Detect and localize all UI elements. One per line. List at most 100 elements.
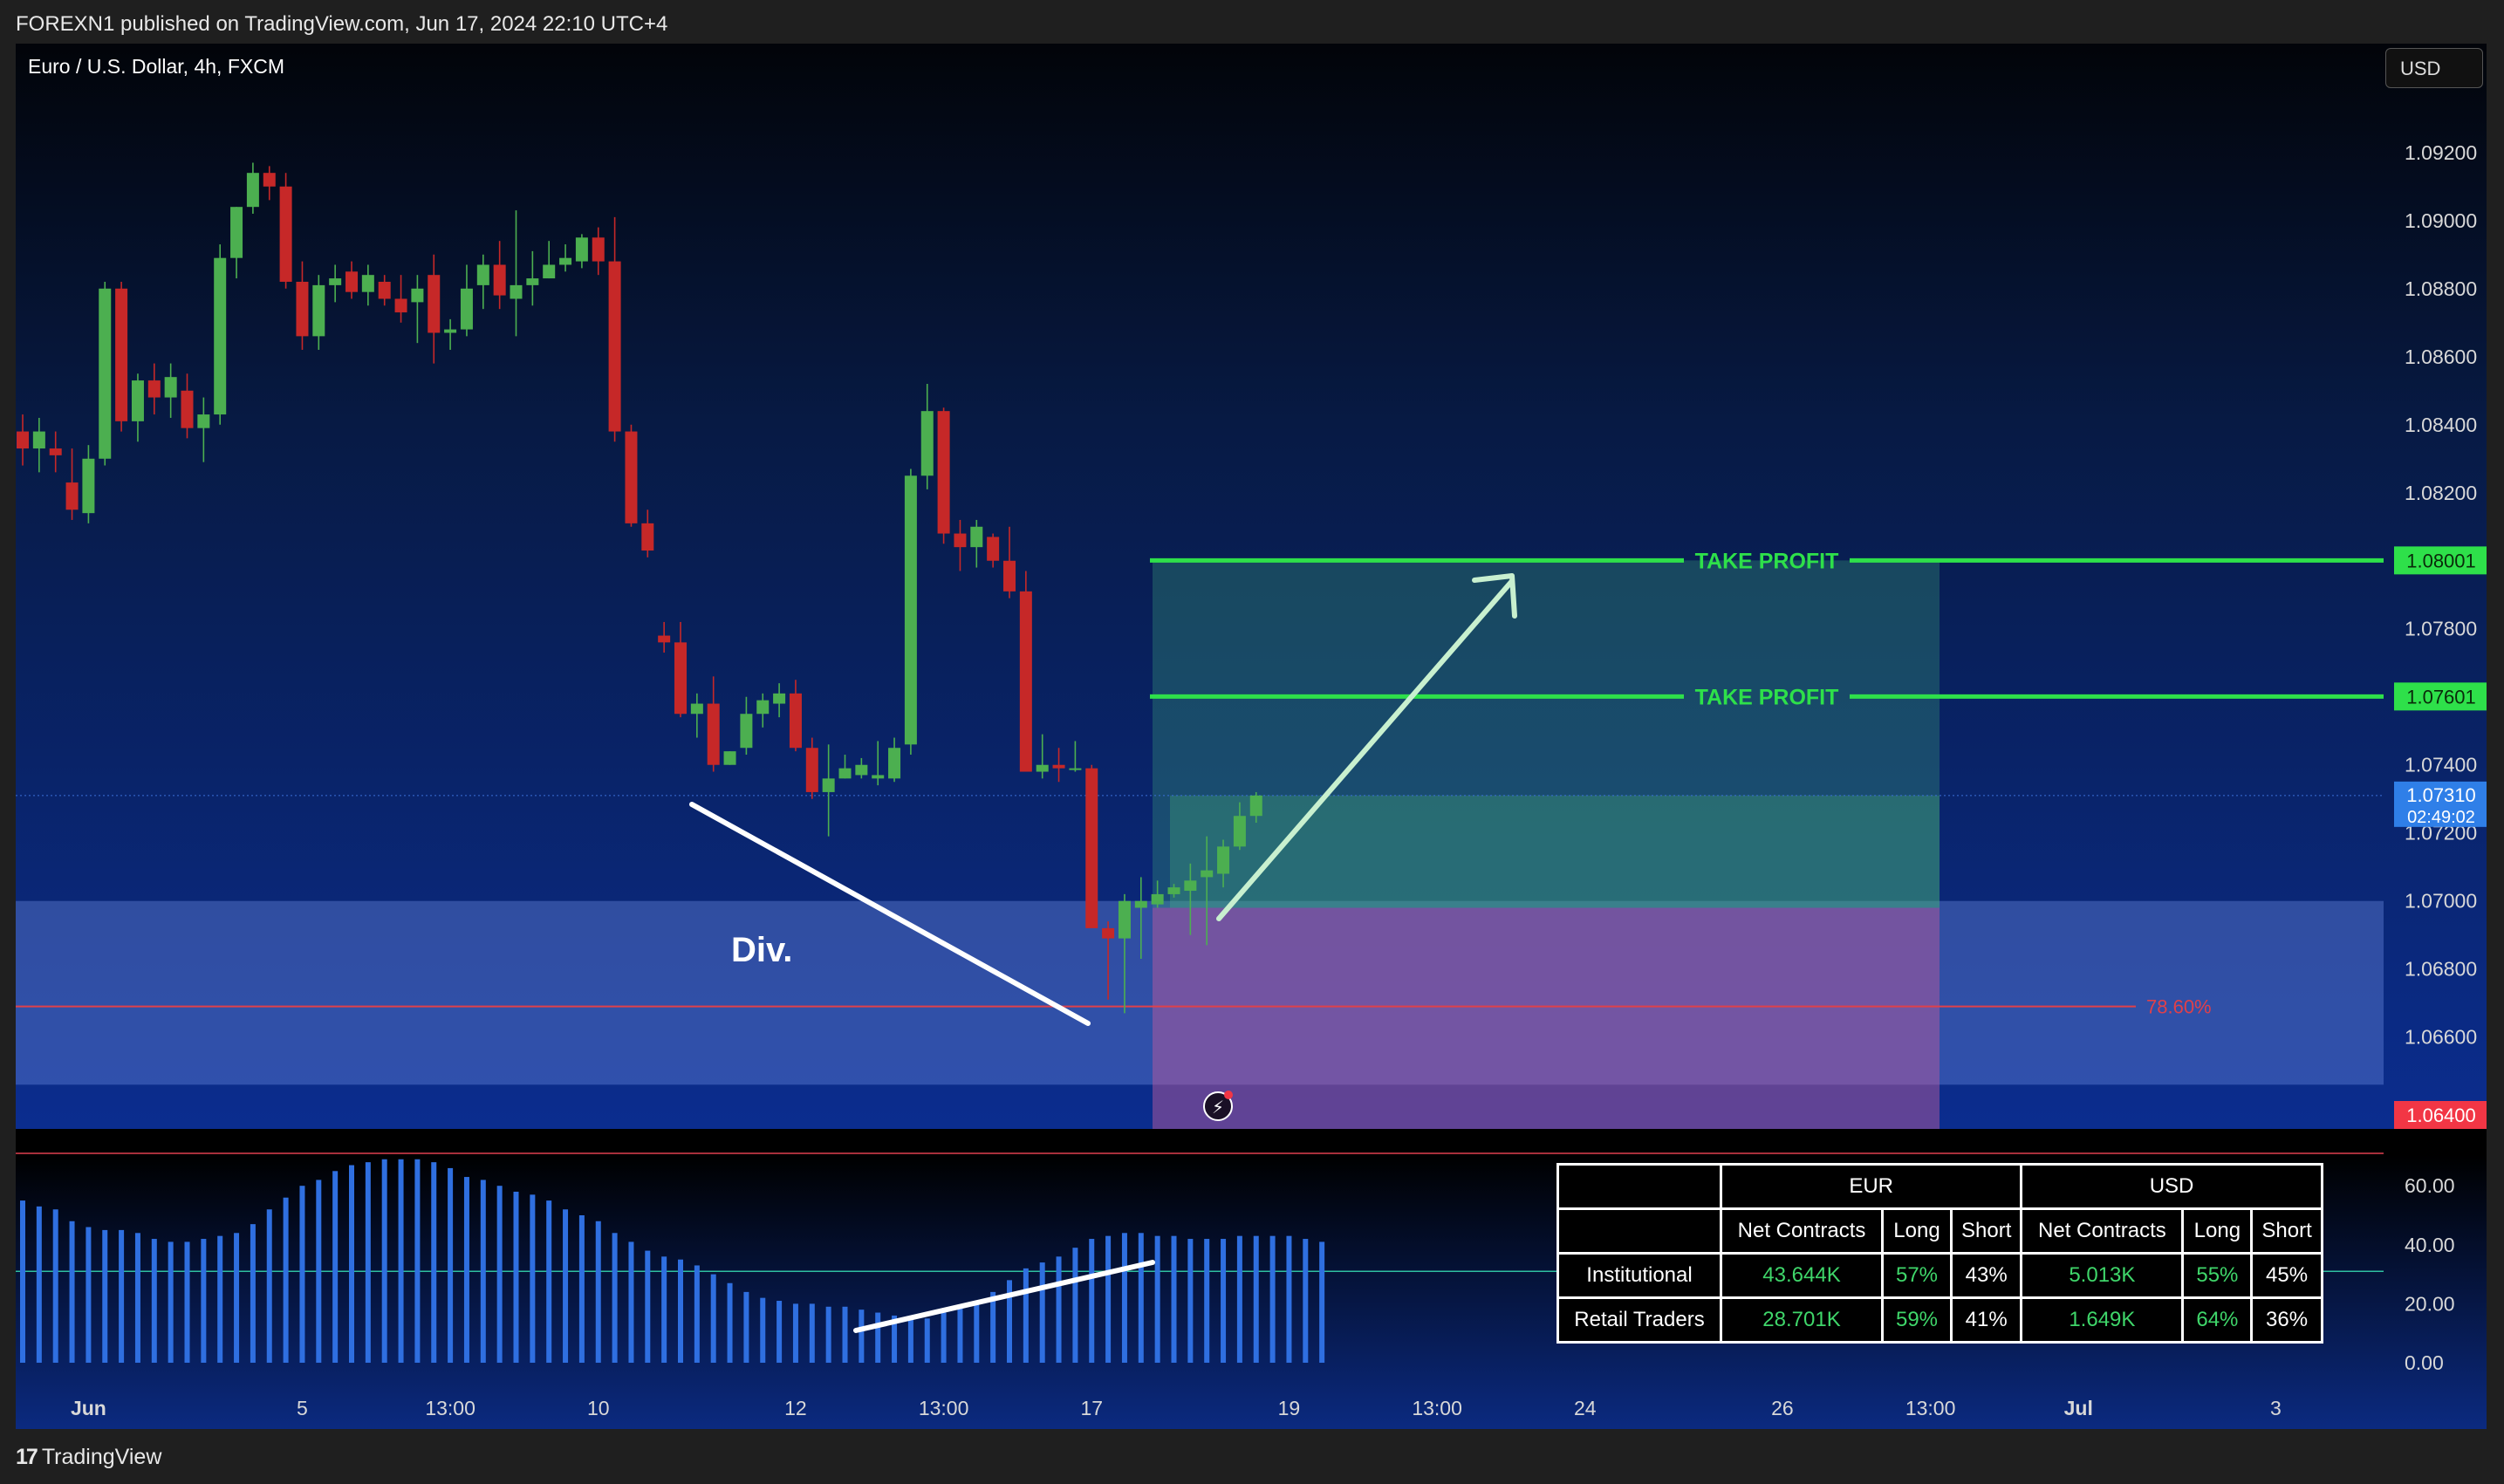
price-tick-label: 1.08600 bbox=[2405, 345, 2477, 368]
oscillator-bar bbox=[480, 1180, 486, 1363]
oscillator-bar bbox=[119, 1229, 125, 1363]
cot-col-short-usd: Short bbox=[2250, 1207, 2323, 1255]
oscillator-bar bbox=[217, 1235, 223, 1363]
oscillator-bar bbox=[941, 1312, 947, 1363]
candle-body bbox=[592, 237, 605, 262]
candle-body bbox=[460, 288, 473, 330]
candle-body bbox=[658, 635, 671, 643]
candle-body bbox=[476, 264, 489, 285]
oscillator-bar bbox=[86, 1227, 92, 1363]
oscillator-bar bbox=[36, 1206, 42, 1363]
price-tick-label: 1.07800 bbox=[2405, 618, 2477, 640]
time-tick-label: 5 bbox=[297, 1397, 308, 1419]
tradingview-logo-icon: 17 bbox=[16, 1445, 38, 1469]
brand-name: TradingView bbox=[41, 1445, 162, 1469]
oscillator-bar bbox=[69, 1221, 75, 1363]
stop-price-label: 1.06400 bbox=[2406, 1104, 2476, 1126]
oscillator-bar bbox=[1303, 1239, 1309, 1363]
candle-body bbox=[789, 693, 802, 749]
oscillator-bar bbox=[530, 1194, 536, 1363]
candle-body bbox=[987, 537, 1000, 561]
candle-body bbox=[559, 257, 572, 265]
price-label: 1.07601 bbox=[2406, 686, 2476, 708]
oscillator-bar bbox=[52, 1209, 58, 1363]
candle-body bbox=[1167, 887, 1180, 894]
oscillator-bar bbox=[151, 1239, 157, 1363]
oscillator-bar bbox=[1204, 1239, 1210, 1363]
cot-cell: 5.013K bbox=[2020, 1252, 2185, 1299]
time-tick-label: 3 bbox=[2270, 1397, 2282, 1419]
oscillator-bar bbox=[678, 1259, 683, 1363]
candle-body bbox=[1151, 893, 1164, 905]
oscillator-bar bbox=[694, 1265, 700, 1363]
oscillator-bar bbox=[332, 1171, 339, 1363]
tradingview-logo[interactable]: 17 TradingView bbox=[16, 1445, 161, 1470]
oscillator-bar bbox=[1072, 1248, 1078, 1363]
oscillator-bar bbox=[563, 1209, 569, 1363]
price-tick-label: 1.08800 bbox=[2405, 277, 2477, 300]
candle-body bbox=[230, 207, 243, 258]
footer-bar: 17 TradingView bbox=[0, 1429, 2504, 1484]
oscillator-bar bbox=[283, 1197, 289, 1363]
countdown-label: 02:49:02 bbox=[2407, 808, 2475, 827]
candle-body bbox=[970, 526, 983, 548]
candle-body bbox=[526, 278, 539, 285]
candle-body bbox=[904, 475, 917, 745]
event-badge-dot bbox=[1224, 1091, 1233, 1099]
lightning-icon: ⚡ bbox=[1212, 1097, 1224, 1118]
cot-cell: 28.701K bbox=[1720, 1296, 1884, 1344]
oscillator-bar bbox=[1221, 1239, 1227, 1363]
candle-body bbox=[131, 380, 144, 421]
candle-body bbox=[723, 751, 736, 765]
candle-body bbox=[625, 431, 638, 523]
oscillator-bar bbox=[266, 1209, 272, 1363]
oscillator-bar bbox=[102, 1229, 108, 1363]
time-tick-label: 13:00 bbox=[919, 1397, 969, 1419]
candle-body bbox=[872, 775, 885, 779]
oscillator-bar bbox=[134, 1233, 140, 1363]
price-tick-label: 1.07000 bbox=[2405, 890, 2477, 913]
oscillator-bar bbox=[875, 1312, 881, 1363]
cot-cell: 55% bbox=[2181, 1252, 2254, 1299]
candle-body bbox=[214, 257, 227, 415]
oscillator-bar bbox=[365, 1162, 371, 1363]
candle-body bbox=[1102, 927, 1115, 939]
candle-body bbox=[690, 703, 703, 715]
candle-body bbox=[428, 275, 441, 333]
oscillator-bar bbox=[463, 1177, 469, 1363]
oscillator-bar bbox=[513, 1191, 519, 1363]
oscillator-bar bbox=[809, 1303, 815, 1363]
oscillator-bar bbox=[398, 1159, 404, 1363]
oscillator-bar bbox=[234, 1233, 240, 1363]
oscillator-bar bbox=[1121, 1233, 1127, 1363]
current-price-label: 1.07310 bbox=[2406, 784, 2476, 806]
candle-body bbox=[197, 414, 210, 428]
open-profit-zone bbox=[1170, 795, 1940, 908]
oscillator-bar bbox=[448, 1167, 454, 1363]
cot-cell: 1.649K bbox=[2020, 1296, 2185, 1344]
cot-group-eur: EUR bbox=[1719, 1163, 2023, 1210]
cot-col-short-eur: Short bbox=[1949, 1207, 2023, 1255]
candle-body bbox=[575, 237, 588, 262]
candle-body bbox=[1249, 795, 1262, 817]
time-tick-label: 26 bbox=[1771, 1397, 1794, 1419]
candle-body bbox=[279, 186, 292, 282]
candle-body bbox=[394, 298, 407, 313]
time-tick-label: 13:00 bbox=[425, 1397, 475, 1419]
oscillator-bar bbox=[299, 1186, 305, 1363]
cot-row-label: Institutional bbox=[1556, 1252, 1722, 1299]
cot-cell: 41% bbox=[1949, 1296, 2023, 1344]
candle-body bbox=[99, 288, 112, 459]
pane-separator bbox=[16, 1129, 2487, 1155]
price-tick-label: 1.08200 bbox=[2405, 482, 2477, 504]
time-tick-label: 13:00 bbox=[1412, 1397, 1462, 1419]
candle-body bbox=[855, 764, 868, 776]
candle-body bbox=[1052, 764, 1065, 769]
cot-corner bbox=[1556, 1163, 1722, 1210]
candle-body bbox=[756, 700, 770, 715]
oscillator-tick-label: 60.00 bbox=[2405, 1174, 2455, 1197]
candle-body bbox=[1217, 846, 1230, 874]
candle-body bbox=[1085, 768, 1098, 928]
currency-selector[interactable]: USD bbox=[2385, 48, 2483, 88]
oscillator-bar bbox=[250, 1224, 256, 1363]
